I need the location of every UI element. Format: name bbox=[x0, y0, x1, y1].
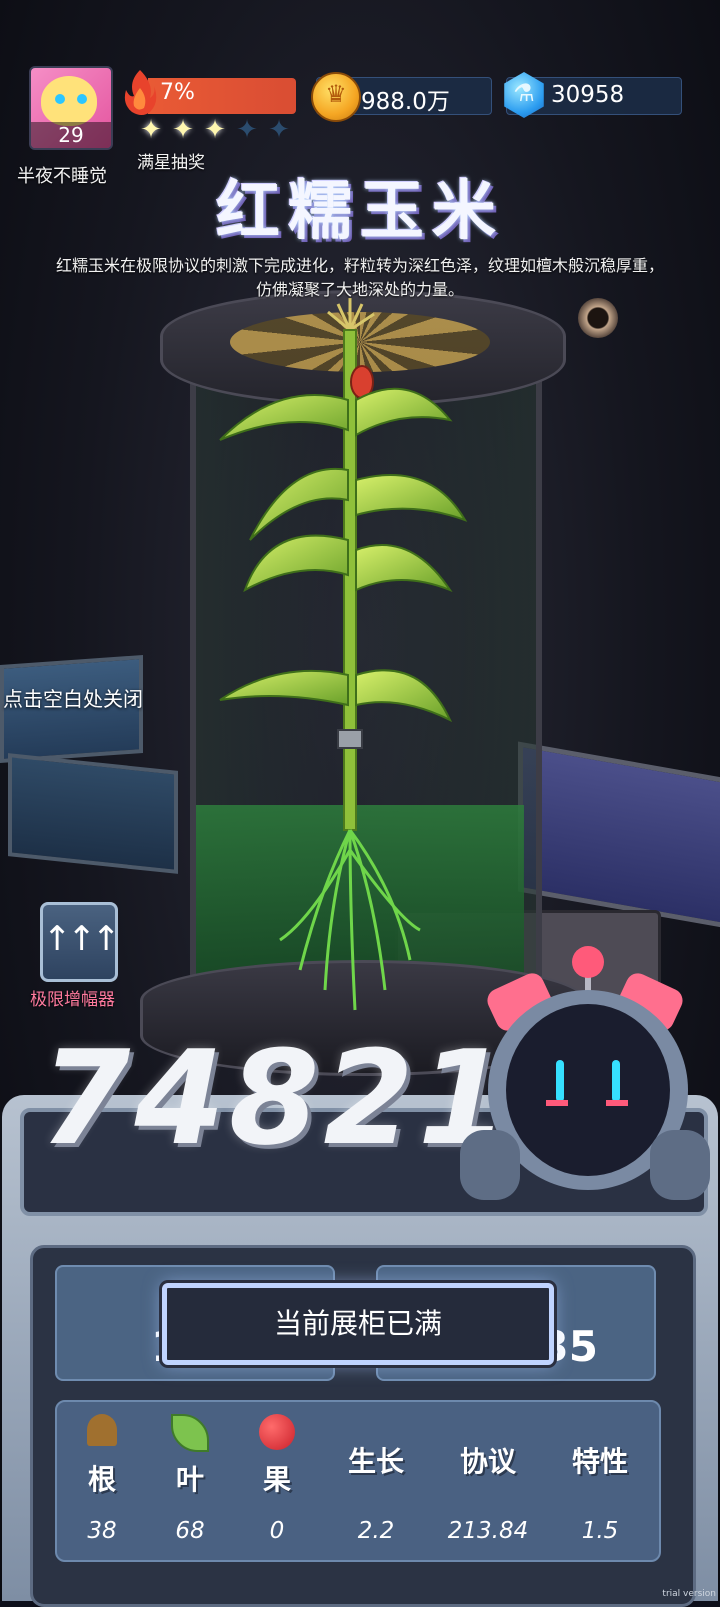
gem-icon bbox=[504, 72, 544, 118]
attr-label: 果 bbox=[262, 1463, 291, 1496]
progress-percent: 7% bbox=[160, 80, 195, 105]
robot-mascot bbox=[460, 946, 710, 1200]
star-icon: ✦ bbox=[172, 115, 194, 145]
star-icon: ✦ bbox=[204, 115, 226, 145]
right-monitor bbox=[518, 741, 720, 929]
plant-description: 红糯玉米在极限协议的刺激下完成进化，籽粒转为深红色泽，纹理如檀木般沉稳厚重，仿佛… bbox=[55, 256, 664, 299]
attr-growth: 生长 2.2 bbox=[331, 1414, 421, 1544]
corn-roots bbox=[279, 829, 421, 1011]
planet-decoration bbox=[578, 298, 618, 338]
avatar-eye-right bbox=[77, 94, 87, 104]
gem-amount: 30958 bbox=[551, 82, 625, 108]
gold-amount: 988.0万 bbox=[361, 89, 450, 115]
attr-fruit: 果 0 bbox=[232, 1414, 322, 1544]
fruit-icon bbox=[259, 1414, 295, 1450]
showcase-full-toast: 当前展柜已满 bbox=[162, 1283, 554, 1365]
star-empty-icon: ✦ bbox=[268, 115, 290, 145]
attr-value: 2.2 bbox=[357, 1518, 395, 1544]
attr-protocol: 协议 213.84 bbox=[443, 1414, 533, 1544]
attribute-table: 根 38 叶 68 果 0 生长 2.2 协议 213.84 特性 1.5 bbox=[55, 1400, 661, 1562]
left-console bbox=[8, 753, 178, 874]
amplifier-label[interactable]: 极限增幅器 bbox=[30, 985, 115, 1010]
trial-watermark: trial version bbox=[662, 1589, 716, 1599]
attr-value: 213.84 bbox=[447, 1518, 529, 1544]
plant-title: 红糯玉米 bbox=[216, 175, 504, 249]
attr-value: 38 bbox=[87, 1518, 117, 1544]
attr-value: 0 bbox=[269, 1518, 285, 1544]
arrows-up-icon: ↑↑↑ bbox=[43, 919, 120, 959]
gem-currency[interactable]: 30958 bbox=[504, 72, 682, 118]
player-level: 29 bbox=[31, 122, 111, 148]
corn-tassel bbox=[327, 298, 375, 332]
star-rating: ✦ ✦ ✦ ✦ ✦ bbox=[137, 116, 293, 144]
attr-value: 68 bbox=[175, 1518, 205, 1544]
player-avatar[interactable]: 29 bbox=[29, 66, 113, 150]
score-number: 74821 bbox=[40, 1022, 513, 1174]
star-icon: ✦ bbox=[140, 115, 162, 145]
amplifier-button[interactable]: ↑↑↑ bbox=[40, 902, 120, 982]
attr-label: 根 bbox=[87, 1463, 116, 1496]
attr-label: 叶 bbox=[175, 1463, 204, 1496]
star-progress-bar[interactable]: 7% bbox=[120, 68, 296, 116]
root-icon bbox=[87, 1414, 117, 1446]
close-hint: 点击空白处关闭 bbox=[3, 687, 143, 711]
avatar-eye-left bbox=[55, 94, 65, 104]
flame-icon bbox=[124, 70, 157, 115]
avatar-face bbox=[41, 76, 97, 126]
gold-currency[interactable]: 988.0万 bbox=[311, 72, 492, 122]
gold-coin-icon bbox=[311, 72, 361, 122]
corn-plant bbox=[219, 298, 468, 1011]
star-empty-icon: ✦ bbox=[236, 115, 258, 145]
attr-root: 根 38 bbox=[57, 1414, 147, 1544]
attr-value: 1.5 bbox=[581, 1518, 619, 1544]
leaf-icon bbox=[171, 1414, 209, 1452]
attr-leaf: 叶 68 bbox=[145, 1414, 235, 1544]
attr-trait: 特性 1.5 bbox=[555, 1414, 645, 1544]
